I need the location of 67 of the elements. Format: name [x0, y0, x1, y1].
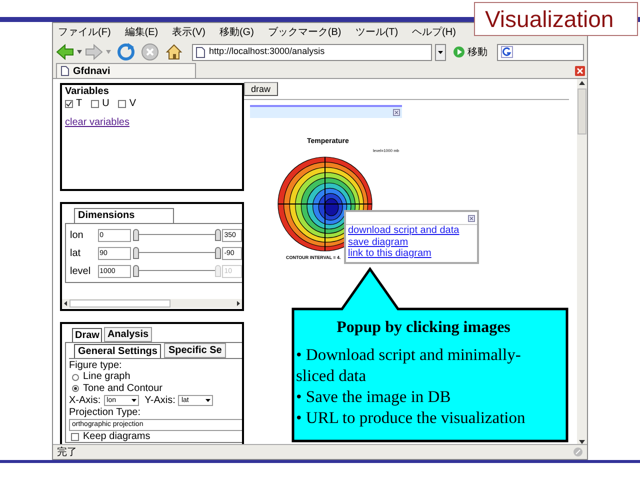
- checkbox[interactable]: [65, 100, 73, 108]
- checkbox[interactable]: [91, 100, 100, 108]
- page-icon[interactable]: [196, 46, 205, 58]
- popup-link[interactable]: save diagram: [346, 236, 477, 248]
- field-label: X-Axis:: [69, 395, 101, 407]
- slider-thumb[interactable]: [133, 265, 140, 278]
- callout-bullet: • Save the image in DB: [296, 386, 452, 407]
- reload-icon[interactable]: [117, 43, 135, 61]
- menu-item[interactable]: ヘルプ(H): [411, 24, 457, 40]
- draw-button[interactable]: draw: [244, 82, 278, 96]
- dropdown-button[interactable]: [434, 44, 446, 60]
- checkbox[interactable]: [71, 432, 79, 441]
- field-label: Projection Type:: [69, 407, 142, 419]
- caret-icon[interactable]: [77, 50, 82, 54]
- callout-bullet: • Download script and minimally-sliced data: [296, 344, 522, 386]
- panel-title: Variables: [65, 86, 110, 98]
- checkbox-label: V: [129, 98, 136, 109]
- popup-link[interactable]: download script and data: [346, 225, 477, 236]
- tab[interactable]: Draw: [72, 328, 102, 342]
- home-icon[interactable]: [165, 43, 183, 61]
- stop-icon[interactable]: [141, 43, 159, 61]
- page-icon[interactable]: [61, 66, 69, 76]
- tab[interactable]: General Settings: [74, 344, 162, 358]
- popup-link[interactable]: link to this diagram: [346, 248, 477, 260]
- tab[interactable]: Specific Se: [164, 342, 226, 358]
- menu-item[interactable]: ファイル(F): [57, 24, 112, 40]
- checkbox-label: U: [102, 98, 110, 109]
- horizontal-scrollbar[interactable]: [62, 298, 242, 308]
- close-icon[interactable]: [468, 214, 475, 222]
- back-arrow-icon[interactable]: [56, 44, 74, 60]
- callout-bullet: • URL to produce the visualization: [296, 407, 526, 428]
- clear-variables-link[interactable]: clear variables: [65, 117, 130, 128]
- checkbox[interactable]: [118, 100, 126, 108]
- slider-thumb[interactable]: [133, 247, 140, 260]
- slider-thumb[interactable]: [215, 229, 222, 242]
- field-label: Figure type:: [69, 360, 123, 372]
- status-text: 完了: [57, 446, 77, 459]
- callout-title: Popup by clicking images: [336, 318, 512, 338]
- slide-title: Visualization: [474, 2, 638, 36]
- menu-item[interactable]: ブックマーク(B): [266, 24, 342, 40]
- tab[interactable]: Analysis: [104, 326, 152, 342]
- tab[interactable]: Dimensions: [74, 208, 174, 224]
- slider-thumb[interactable]: [215, 247, 222, 260]
- browser-tab[interactable]: Gfdnavi: [56, 63, 196, 78]
- menu-item[interactable]: 移動(G): [218, 24, 255, 40]
- field-label: lon: [70, 228, 84, 243]
- field-label: level: [70, 264, 92, 279]
- slider-thumb[interactable]: [133, 229, 140, 242]
- field-label: Y-Axis:: [144, 395, 176, 407]
- go-button[interactable]: 移動: [468, 44, 488, 60]
- vertical-scrollbar[interactable]: [577, 79, 587, 444]
- checkbox-label: T: [76, 98, 82, 109]
- close-icon[interactable]: [393, 109, 400, 116]
- search-field[interactable]: [496, 44, 584, 60]
- radio-button[interactable]: [72, 374, 79, 381]
- radio-label: Line graph: [83, 371, 130, 383]
- field-label: lat: [70, 246, 82, 261]
- address-field[interactable]: http://localhost:3000/analysis: [192, 44, 432, 60]
- radio-button[interactable]: [72, 385, 79, 392]
- close-tab-icon[interactable]: [575, 66, 585, 76]
- menu-item[interactable]: 編集(E): [124, 24, 160, 40]
- checkbox-label: Keep diagrams: [83, 430, 150, 442]
- go-icon[interactable]: [452, 46, 465, 58]
- search-engine-icon[interactable]: [500, 46, 513, 58]
- menu-item[interactable]: ツール(T): [354, 24, 400, 40]
- menu-item[interactable]: 表示(V): [171, 24, 206, 40]
- radio-label: Tone and Contour: [83, 382, 163, 394]
